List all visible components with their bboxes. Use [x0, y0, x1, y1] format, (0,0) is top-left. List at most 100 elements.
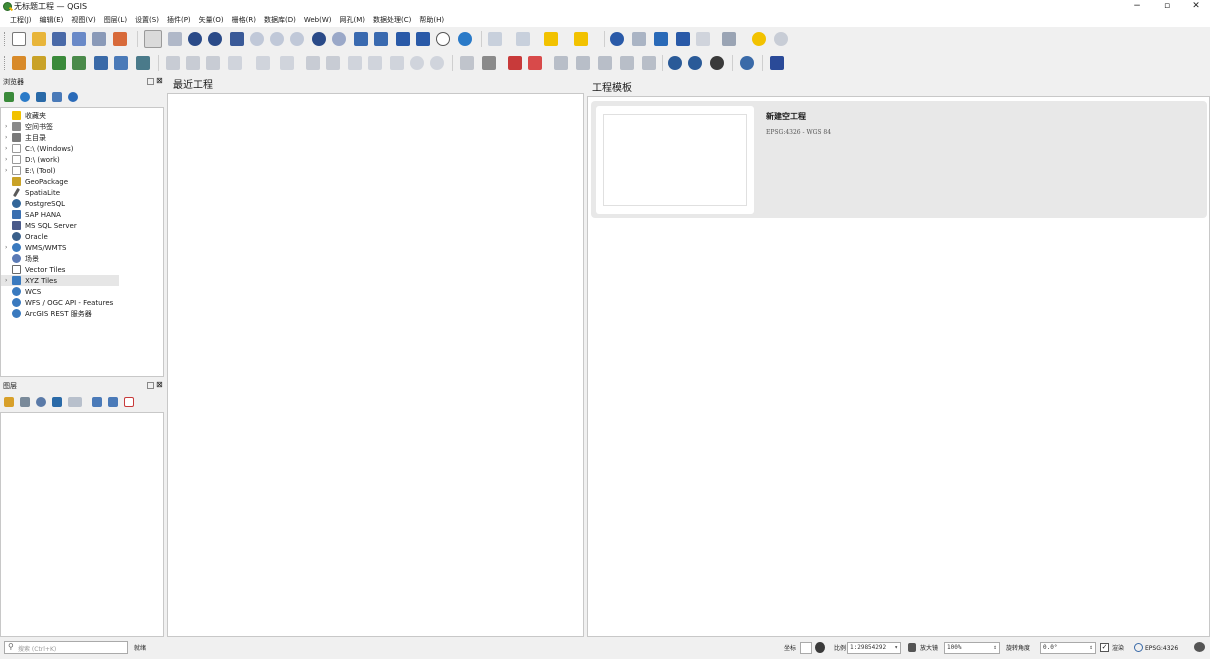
browser-item-drive-e[interactable]: › E:\ (Tool) [5, 165, 55, 176]
browser-item-geopackage[interactable]: GeoPackage [5, 176, 68, 187]
help-icon[interactable] [770, 56, 784, 70]
menu-processing[interactable]: 数据处理(C) [369, 13, 415, 27]
style-manager-icon[interactable] [113, 32, 127, 46]
browser-item-drive-d[interactable]: › D:\ (work) [5, 154, 60, 165]
save-as-icon[interactable] [72, 32, 86, 46]
filter-icon[interactable] [36, 92, 46, 102]
select-features-dropdown-icon[interactable] [516, 32, 530, 46]
new-geopackage-layer-icon[interactable] [32, 56, 46, 70]
new-map-view-icon[interactable] [354, 32, 368, 46]
toggle-extents-icon[interactable] [815, 642, 825, 653]
locator-search-box[interactable]: ⚲ 搜索 (Ctrl+K) [4, 641, 128, 654]
undo-icon[interactable] [410, 56, 424, 70]
layer-styling-icon[interactable] [4, 397, 14, 407]
menu-view[interactable]: 视图(V) [67, 13, 99, 27]
zoom-full-icon[interactable] [230, 32, 244, 46]
cut-features-icon[interactable] [348, 56, 362, 70]
metasearch-web-icon[interactable] [688, 56, 702, 70]
filter-legend-icon[interactable] [52, 397, 62, 407]
change-label-icon[interactable] [598, 56, 612, 70]
browser-item-mssql[interactable]: MS SQL Server [5, 220, 77, 231]
statistics-sum-icon[interactable] [676, 32, 690, 46]
measure-icon[interactable] [722, 32, 736, 46]
menu-web[interactable]: Web(W) [300, 13, 336, 27]
float-panel-icon[interactable] [147, 382, 154, 389]
new-3d-view-icon[interactable] [374, 32, 388, 46]
zoom-out-icon[interactable] [208, 32, 222, 46]
save-edits-icon[interactable] [206, 56, 220, 70]
pin-unpin-labels-icon[interactable] [642, 56, 656, 70]
menu-edit[interactable]: 编辑(E) [36, 13, 68, 27]
browser-item-postgresql[interactable]: PostgreSQL [5, 198, 65, 209]
browser-item-wcs[interactable]: WCS [5, 286, 41, 297]
menu-mesh[interactable]: 网孔(M) [335, 13, 369, 27]
map-tips-icon[interactable] [752, 32, 766, 46]
browser-item-arcgis-rest[interactable]: ArcGIS REST 服务器 [5, 308, 92, 319]
expand-all-icon[interactable] [92, 397, 102, 407]
browser-item-drive-c[interactable]: › C:\ (Windows) [5, 143, 74, 154]
zoom-next-icon[interactable] [332, 32, 346, 46]
menu-plugins[interactable]: 插件(P) [163, 13, 195, 27]
toolbar-handle[interactable] [4, 32, 6, 46]
close-button[interactable]: ✕ [1181, 0, 1210, 13]
browser-item-wms-wmts[interactable]: › WMS/WMTS [5, 242, 66, 253]
close-panel-icon[interactable]: ⊠ [156, 76, 163, 85]
browser-item-vector-tiles[interactable]: Vector Tiles [5, 264, 65, 275]
bookmark-new-icon[interactable] [396, 32, 410, 46]
zoom-native-icon[interactable] [290, 32, 304, 46]
crs-globe-icon[interactable] [1134, 643, 1143, 652]
delete-selected-icon[interactable] [326, 56, 340, 70]
collapse-all-icon[interactable] [108, 397, 118, 407]
show-bookmarks-icon[interactable] [416, 32, 430, 46]
zoom-in-icon[interactable] [188, 32, 202, 46]
magnifier-spinbox[interactable]: 100% ⇕ [944, 642, 1000, 654]
zoom-to-selection-icon[interactable] [250, 32, 264, 46]
rotate-label-icon[interactable] [576, 56, 590, 70]
copy-features-icon[interactable] [368, 56, 382, 70]
new-spatialite-layer-icon[interactable] [72, 56, 86, 70]
new-empty-project-card[interactable]: 新建空工程 EPSG:4326 - WGS 84 [591, 101, 1207, 218]
toolbar-handle[interactable] [4, 56, 6, 70]
new-shapefile-layer-icon[interactable] [52, 56, 66, 70]
current-edits-icon[interactable] [166, 56, 180, 70]
identify-icon[interactable] [610, 32, 624, 46]
digitize-dropdown-icon[interactable] [228, 56, 242, 70]
paste-features-icon[interactable] [390, 56, 404, 70]
modify-attributes-icon[interactable] [306, 56, 320, 70]
label-diagram-icon[interactable] [528, 56, 542, 70]
menu-project[interactable]: 工程(J) [6, 13, 36, 27]
label-tool-icon[interactable] [460, 56, 474, 70]
float-panel-icon[interactable] [147, 78, 154, 85]
print-layout-icon[interactable] [92, 32, 106, 46]
menu-layer[interactable]: 图层(L) [100, 13, 131, 27]
menu-settings[interactable]: 设置(S) [131, 13, 163, 27]
browser-item-home[interactable]: › 主目录 [5, 132, 46, 143]
python-console-icon[interactable] [740, 56, 754, 70]
show-hide-labels-icon[interactable] [620, 56, 634, 70]
refresh-icon[interactable] [20, 92, 30, 102]
browser-item-spatialite[interactable]: SpatiaLite [5, 187, 60, 198]
deselect-icon[interactable] [574, 32, 588, 46]
render-checkbox[interactable]: ✓ [1100, 643, 1109, 652]
zoom-to-layer-icon[interactable] [270, 32, 284, 46]
redo-icon[interactable] [430, 56, 444, 70]
attribute-table-icon[interactable] [632, 32, 646, 46]
minimize-button[interactable]: − [1122, 0, 1152, 13]
properties-info-icon[interactable] [68, 92, 78, 102]
filter-by-expression-icon[interactable] [68, 397, 82, 407]
move-label-icon[interactable] [554, 56, 568, 70]
menu-help[interactable]: 帮助(H) [415, 13, 448, 27]
settings-gear-icon[interactable] [654, 32, 668, 46]
save-project-icon[interactable] [52, 32, 66, 46]
metasearch-icon[interactable] [668, 56, 682, 70]
geocoder-icon[interactable] [710, 56, 724, 70]
zoom-last-icon[interactable] [312, 32, 326, 46]
identify-features-dropdown-icon[interactable] [488, 32, 502, 46]
toggle-editing-icon[interactable] [186, 56, 200, 70]
maximize-button[interactable]: ▫ [1152, 0, 1182, 13]
add-virtual-layer-icon[interactable] [136, 56, 150, 70]
manage-map-themes-icon[interactable] [36, 397, 46, 407]
data-source-manager-icon[interactable] [12, 56, 26, 70]
new-project-icon[interactable] [12, 32, 26, 46]
menu-raster[interactable]: 栅格(R) [228, 13, 260, 27]
